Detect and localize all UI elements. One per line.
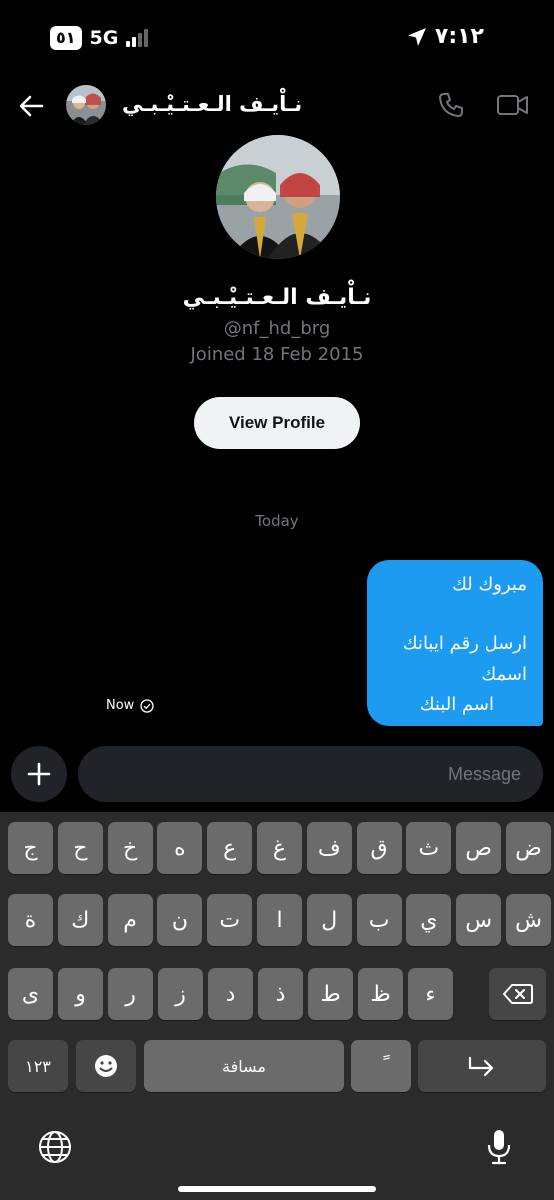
conversation-header: نـاْيـف الـعـتـيْـبـي — [0, 76, 554, 136]
microphone-button[interactable] — [478, 1126, 520, 1168]
letter-key[interactable]: ا — [257, 894, 302, 946]
header-name[interactable]: نـاْيـف الـعـتـيْـبـي — [122, 92, 302, 116]
sent-check-icon — [140, 698, 154, 713]
letter-key[interactable]: ق — [356, 822, 402, 874]
letter-key[interactable]: ض — [506, 822, 551, 874]
tanween-key[interactable]: ً — [351, 1040, 411, 1092]
letter-key[interactable]: ي — [406, 894, 452, 946]
letter-key[interactable]: م — [107, 894, 153, 946]
plus-icon — [27, 762, 51, 786]
letter-key[interactable]: ر — [108, 968, 153, 1020]
letter-key[interactable]: س — [456, 894, 502, 946]
letter-key[interactable]: و — [58, 968, 103, 1020]
profile-joined-date: Joined 18 Feb 2015 — [190, 344, 364, 365]
space-key[interactable]: مسافة — [144, 1040, 344, 1092]
video-call-button[interactable] — [496, 90, 530, 120]
keyboard: جحخهعغفقثصض ةكمنتالبيسش ىورزدذطظء ١٢٣ مس… — [0, 812, 554, 1200]
back-arrow-icon — [19, 95, 44, 117]
profile-name: نـاْيـف الـعـتـيْـبـي — [182, 285, 372, 310]
letter-key[interactable]: ف — [306, 822, 352, 874]
letter-key[interactable]: خ — [107, 822, 153, 874]
message-line: مبروك لك — [452, 574, 527, 595]
letter-key[interactable]: غ — [257, 822, 302, 874]
status-bar: ٥١ 5G ٧:١٢ — [0, 0, 554, 76]
backspace-icon — [502, 984, 533, 1004]
letter-key[interactable]: ظ — [358, 968, 403, 1020]
microphone-icon — [487, 1130, 511, 1165]
letter-key[interactable]: ط — [308, 968, 353, 1020]
letter-key[interactable]: ل — [306, 894, 352, 946]
avatar-image — [66, 85, 106, 125]
message-time: Now — [106, 698, 135, 713]
signal-icon — [126, 29, 149, 47]
letter-key[interactable]: ى — [8, 968, 53, 1020]
letter-key[interactable]: ه — [157, 822, 203, 874]
letter-key[interactable]: ح — [57, 822, 103, 874]
header-avatar[interactable] — [66, 85, 106, 125]
letter-key[interactable]: ز — [158, 968, 203, 1020]
letter-key[interactable]: ص — [456, 822, 502, 874]
letter-key[interactable]: ش — [506, 894, 551, 946]
profile-avatar[interactable] — [216, 135, 340, 259]
network-label: 5G — [89, 27, 119, 49]
status-time: ٧:١٢ — [434, 24, 484, 49]
letter-key[interactable]: ع — [207, 822, 253, 874]
return-key[interactable] — [418, 1040, 546, 1092]
letter-key[interactable]: ذ — [258, 968, 303, 1020]
profile-handle: @nf_hd_brg — [223, 318, 331, 339]
return-icon — [468, 1056, 494, 1077]
letter-key[interactable]: ب — [356, 894, 402, 946]
message-line: اسم البنك — [419, 694, 494, 715]
globe-icon — [39, 1131, 71, 1163]
add-attachment-button[interactable] — [11, 746, 67, 802]
day-separator: Today — [255, 512, 299, 530]
video-camera-icon — [497, 95, 528, 115]
letter-key[interactable]: ج — [8, 822, 53, 874]
letter-key[interactable]: ن — [157, 894, 203, 946]
phone-icon — [439, 93, 463, 117]
profile-photo — [216, 135, 340, 259]
view-profile-button[interactable]: View Profile — [194, 397, 360, 449]
letter-key[interactable]: ت — [207, 894, 253, 946]
emoji-icon — [95, 1055, 117, 1077]
home-indicator — [178, 1186, 376, 1192]
status-left: ٥١ 5G — [50, 26, 149, 50]
letter-key[interactable]: د — [208, 968, 253, 1020]
message-input[interactable] — [78, 746, 543, 802]
back-button[interactable] — [14, 88, 50, 124]
backspace-key[interactable] — [489, 968, 546, 1020]
letter-key[interactable]: ك — [57, 894, 103, 946]
emoji-key[interactable] — [76, 1040, 136, 1092]
numbers-key[interactable]: ١٢٣ — [8, 1040, 68, 1092]
message-meta: Now — [106, 698, 154, 713]
globe-button[interactable] — [34, 1126, 76, 1168]
letter-key[interactable]: ء — [408, 968, 453, 1020]
letter-key[interactable]: ث — [406, 822, 452, 874]
location-arrow-icon — [407, 27, 426, 46]
call-button[interactable] — [436, 90, 466, 120]
message-bubble[interactable]: مبروك لك ارسل رقم ايبانك اسمك اسم البنك — [367, 560, 543, 726]
message-line: ارسل رقم ايبانك — [402, 633, 527, 654]
sim-badge: ٥١ — [50, 26, 82, 50]
letter-key[interactable]: ة — [8, 894, 53, 946]
message-line: اسمك — [481, 664, 527, 685]
status-right: ٧:١٢ — [407, 24, 484, 49]
